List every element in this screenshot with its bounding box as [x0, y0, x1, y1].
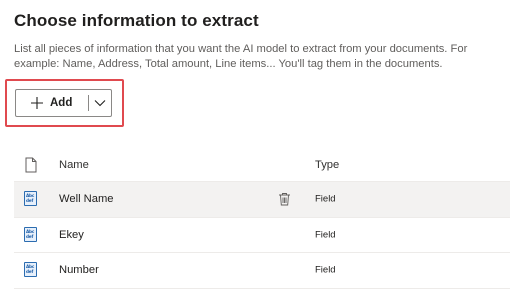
chevron-down-icon[interactable]	[89, 90, 111, 116]
field-type-icon: Abc def	[24, 191, 38, 207]
field-type-icon: Abc def	[24, 226, 38, 243]
table-row[interactable]: Abc def Number Field	[14, 253, 510, 289]
page-title: Choose information to extract	[14, 11, 259, 30]
column-header-name[interactable]: Name	[59, 159, 89, 171]
row-type: Field	[315, 229, 336, 241]
row-name: Ekey	[59, 228, 84, 241]
column-header-type[interactable]: Type	[315, 159, 339, 171]
table-row[interactable]: Abc def Ekey Field	[14, 218, 510, 253]
page-description: List all pieces of information that you …	[14, 43, 468, 70]
table-row[interactable]: Abc def Well Name Field	[14, 182, 510, 218]
table-header: Name Type	[14, 148, 510, 182]
delete-icon[interactable]	[278, 192, 291, 206]
row-type: Field	[315, 264, 336, 276]
add-button[interactable]: Add	[15, 89, 112, 117]
add-button-main[interactable]: Add	[16, 90, 88, 116]
field-type-icon: Abc def	[24, 262, 38, 278]
document-icon	[24, 157, 38, 173]
add-button-label: Add	[50, 97, 73, 109]
row-type: Field	[315, 193, 336, 205]
fields-table: Name Type Abc def Well Name Field Abc de…	[14, 148, 510, 289]
plus-icon	[30, 96, 44, 110]
row-name: Well Name	[59, 193, 114, 206]
row-name: Number	[59, 264, 99, 277]
